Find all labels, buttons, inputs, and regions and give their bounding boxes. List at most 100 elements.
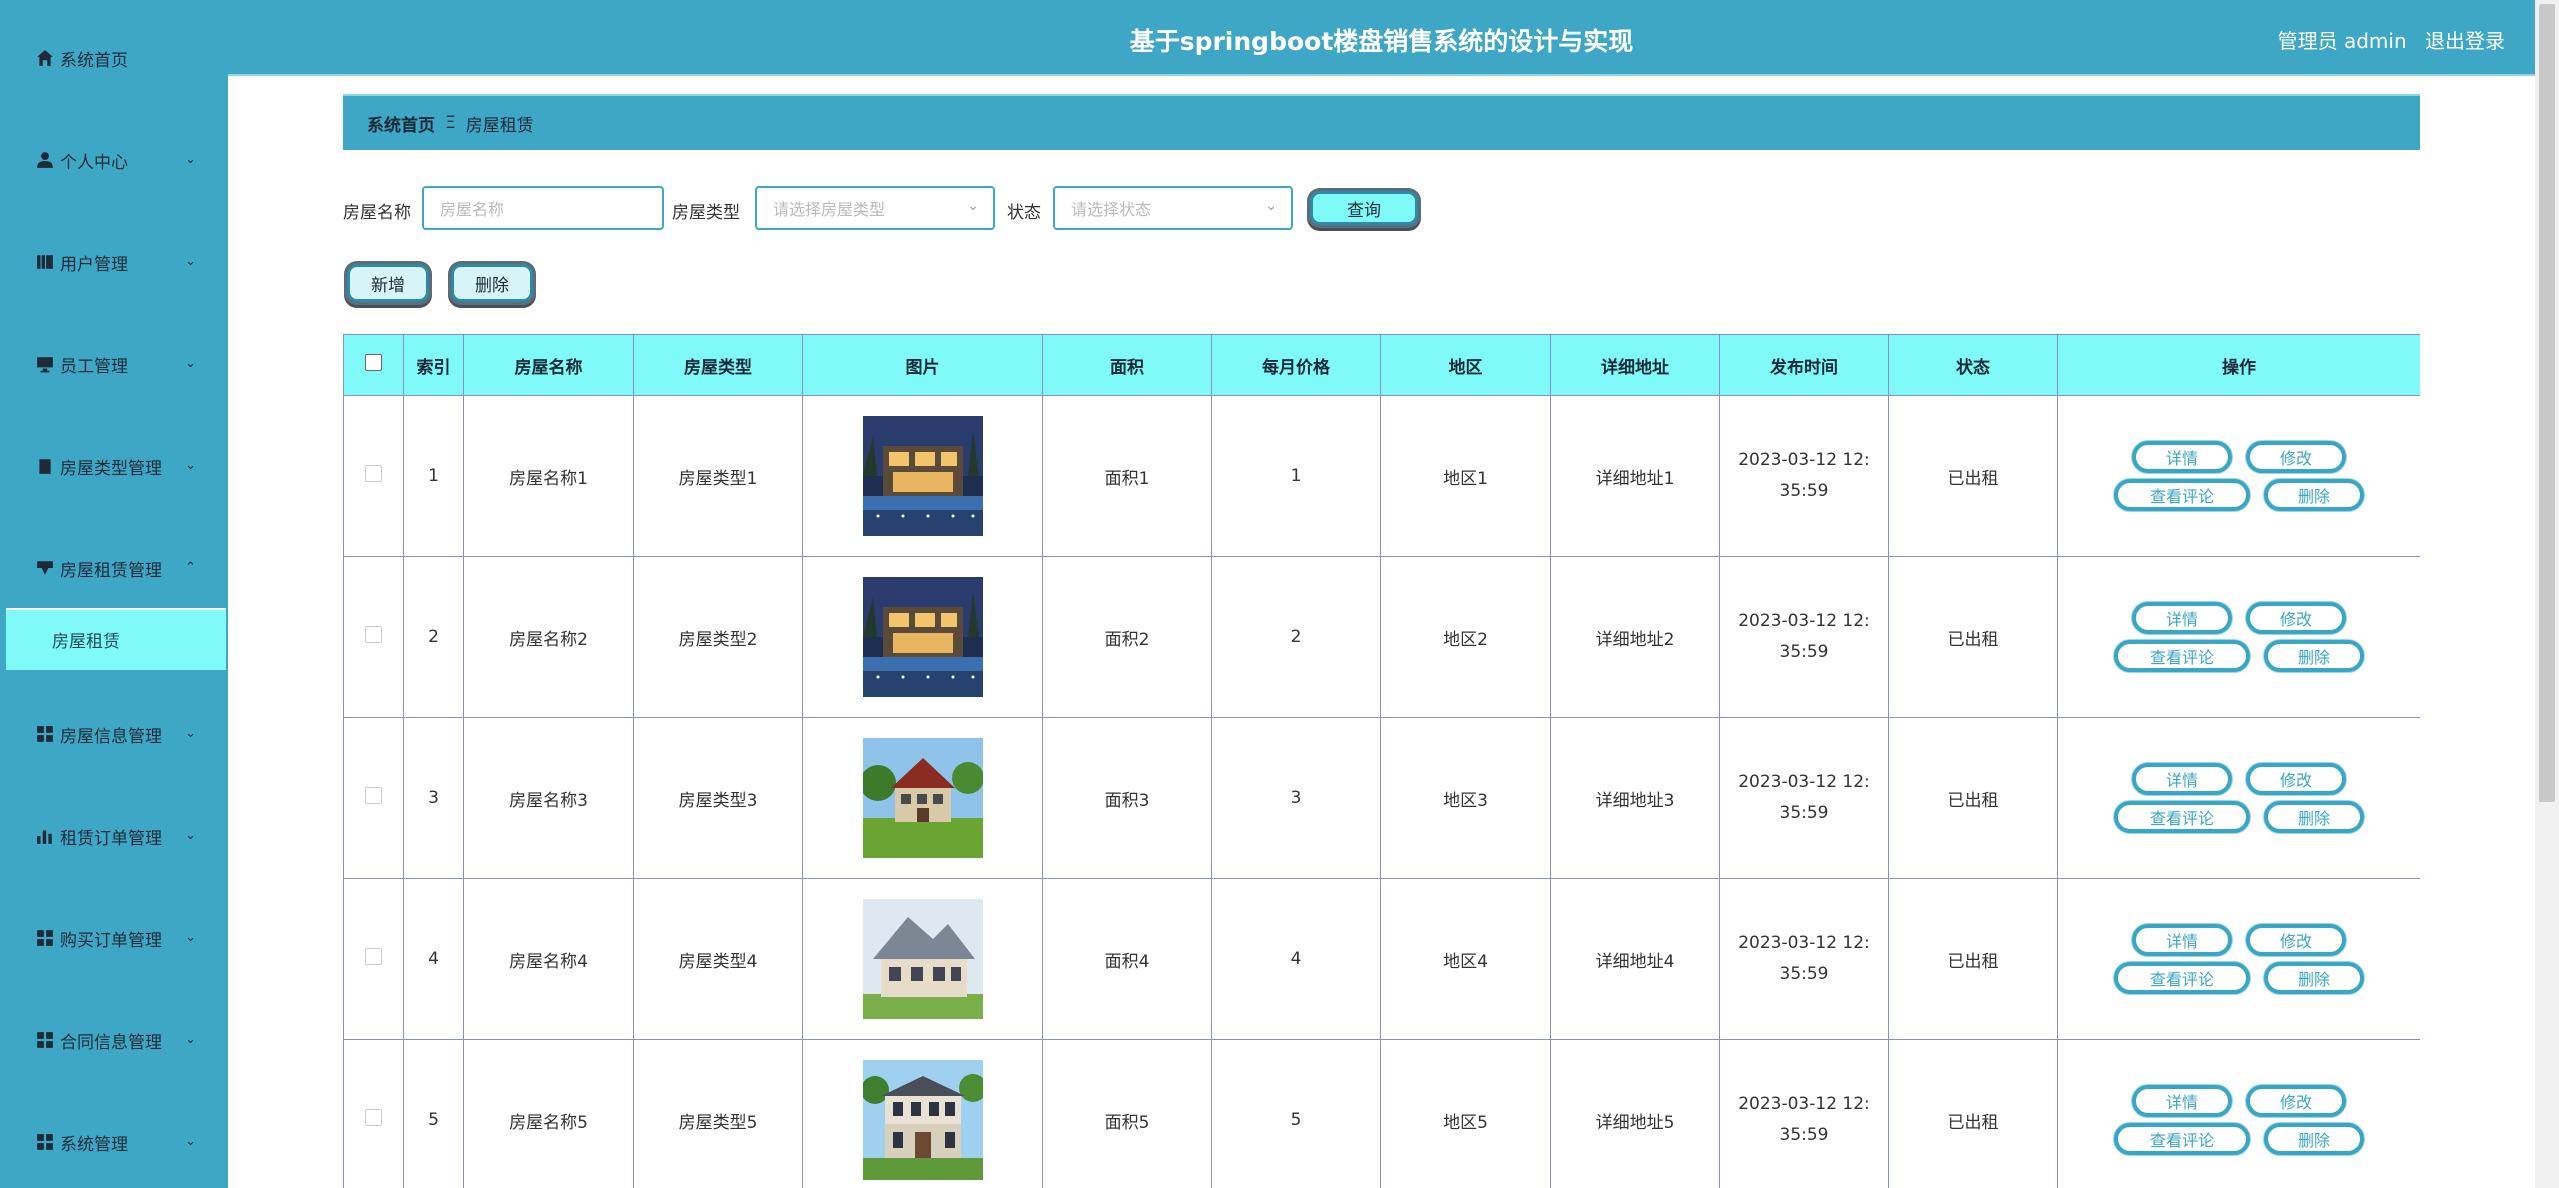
cell-area: 面积2: [1042, 556, 1212, 718]
sidebar-subitem-rental[interactable]: 房屋租赁: [6, 608, 226, 670]
house-image[interactable]: [862, 899, 983, 1019]
sidebar-item-house-type[interactable]: 房屋类型管理 ⌄: [0, 446, 228, 486]
row-checkbox[interactable]: [365, 787, 382, 804]
house-type-placeholder: 请选择房屋类型: [773, 200, 886, 219]
query-button[interactable]: 查询: [1310, 191, 1418, 225]
row-delete-button[interactable]: 删除: [2264, 1123, 2364, 1155]
chevron-down-icon: ⌄: [185, 930, 196, 945]
cell-name: 房屋名称3: [463, 717, 634, 879]
detail-button[interactable]: 详情: [2132, 602, 2232, 634]
table-row: 4 房屋名称4 房屋类型4 面积4 4 地区4 详细地址4 2023-03-12…: [343, 878, 2420, 1040]
cell-status: 已出租: [1888, 717, 2058, 879]
row-delete-button[interactable]: 删除: [2264, 801, 2364, 833]
row-delete-button[interactable]: 删除: [2264, 479, 2364, 511]
cell-name: 房屋名称1: [463, 395, 634, 557]
grid-icon: [36, 929, 54, 947]
detail-button[interactable]: 详情: [2132, 924, 2232, 956]
house-name-input[interactable]: 房屋名称: [422, 186, 664, 230]
sidebar-item-home[interactable]: 系统首页: [0, 38, 228, 78]
detail-button[interactable]: 详情: [2132, 441, 2232, 473]
cell-region: 地区3: [1380, 717, 1551, 879]
logout-link[interactable]: 退出登录: [2425, 29, 2505, 53]
sidebar-item-house-info[interactable]: 房屋信息管理 ⌄: [0, 714, 228, 754]
scrollbar[interactable]: [2535, 0, 2559, 1188]
cell-area: 面积4: [1042, 878, 1212, 1040]
sidebar-item-purchase-orders[interactable]: 购买订单管理 ⌄: [0, 918, 228, 958]
edit-button[interactable]: 修改: [2246, 924, 2346, 956]
cell-price: 5: [1211, 1039, 1381, 1188]
house-image[interactable]: [860, 1060, 987, 1180]
user-label: 管理员 admin: [2277, 29, 2407, 53]
add-button[interactable]: 新增: [347, 264, 429, 302]
row-checkbox[interactable]: [365, 465, 382, 482]
cell-index: 4: [403, 878, 464, 1040]
status-select[interactable]: 请选择状态 ⌄: [1053, 186, 1293, 230]
cell-price: 3: [1211, 717, 1381, 879]
cell-status: 已出租: [1888, 395, 2058, 557]
select-all-cell[interactable]: [343, 334, 404, 396]
scrollbar-thumb[interactable]: [2539, 4, 2555, 802]
delete-button[interactable]: 删除: [451, 264, 533, 302]
row-checkbox[interactable]: [365, 626, 382, 643]
cell-actions: 详情 修改 查看评论 删除: [2057, 556, 2420, 718]
sidebar-item-system[interactable]: 系统管理 ⌄: [0, 1122, 228, 1162]
sidebar-item-rental-orders[interactable]: 租赁订单管理 ⌄: [0, 816, 228, 856]
grid-icon: [36, 1133, 54, 1151]
detail-button[interactable]: 详情: [2132, 763, 2232, 795]
view-comments-button[interactable]: 查看评论: [2114, 962, 2250, 994]
house-image[interactable]: [859, 738, 984, 858]
edit-button[interactable]: 修改: [2246, 441, 2346, 473]
breadcrumb-home[interactable]: 系统首页: [367, 111, 435, 136]
cell-image: [802, 1039, 1043, 1188]
cell-index: 3: [403, 717, 464, 879]
view-comments-button[interactable]: 查看评论: [2114, 1123, 2250, 1155]
cell-index: 1: [403, 395, 464, 557]
view-comments-button[interactable]: 查看评论: [2114, 479, 2250, 511]
cell-price: 2: [1211, 556, 1381, 718]
chevron-up-icon: ⌃: [185, 560, 196, 575]
column-header: 地区: [1380, 334, 1551, 396]
sidebar-item-staff[interactable]: 员工管理 ⌄: [0, 344, 228, 384]
row-select-cell[interactable]: [343, 717, 404, 879]
row-select-cell[interactable]: [343, 1039, 404, 1188]
column-header: 每月价格: [1211, 334, 1381, 396]
view-comments-button[interactable]: 查看评论: [2114, 801, 2250, 833]
sidebar-item-profile[interactable]: 个人中心 ⌄: [0, 140, 228, 180]
select-all-checkbox[interactable]: [365, 354, 382, 371]
row-select-cell[interactable]: [343, 395, 404, 557]
view-comments-button[interactable]: 查看评论: [2114, 640, 2250, 672]
row-delete-button[interactable]: 删除: [2264, 962, 2364, 994]
type-label: 房屋类型: [672, 203, 740, 223]
column-header: 操作: [2057, 334, 2420, 396]
cell-region: 地区2: [1380, 556, 1551, 718]
chevron-down-icon: ⌄: [185, 356, 196, 371]
row-delete-button[interactable]: 删除: [2264, 640, 2364, 672]
grid-icon: [36, 1031, 54, 1049]
house-type-select[interactable]: 请选择房屋类型 ⌄: [755, 186, 995, 230]
edit-button[interactable]: 修改: [2246, 763, 2346, 795]
cell-image: [802, 717, 1043, 879]
row-checkbox[interactable]: [365, 1109, 382, 1126]
user-info: 管理员 admin 退出登录: [2266, 25, 2505, 54]
sidebar-item-contracts[interactable]: 合同信息管理 ⌄: [0, 1020, 228, 1060]
detail-button[interactable]: 详情: [2132, 1085, 2232, 1117]
sidebar-item-rental[interactable]: 房屋租赁管理 ⌃: [0, 548, 228, 588]
cell-address: 详细地址4: [1550, 878, 1720, 1040]
sidebar-item-users[interactable]: 用户管理 ⌄: [0, 242, 228, 282]
column-header: 详细地址: [1550, 334, 1720, 396]
table-header-row: 索引 房屋名称 房屋类型 图片 面积 每月价格 地区 详细地址 发布时间 状态 …: [343, 334, 2420, 396]
cell-time: 2023-03-12 12:35:59: [1719, 1039, 1889, 1188]
row-checkbox[interactable]: [365, 948, 382, 965]
row-select-cell[interactable]: [343, 878, 404, 1040]
status-label: 状态: [1007, 203, 1041, 223]
cell-type: 房屋类型3: [633, 717, 803, 879]
chevron-down-icon: ⌄: [185, 254, 196, 269]
cell-index: 2: [403, 556, 464, 718]
row-select-cell[interactable]: [343, 556, 404, 718]
monitor-icon: [36, 355, 54, 373]
edit-button[interactable]: 修改: [2246, 1085, 2346, 1117]
house-image[interactable]: [862, 577, 983, 697]
book-icon: [36, 253, 54, 271]
edit-button[interactable]: 修改: [2246, 602, 2346, 634]
house-image[interactable]: [862, 416, 983, 536]
